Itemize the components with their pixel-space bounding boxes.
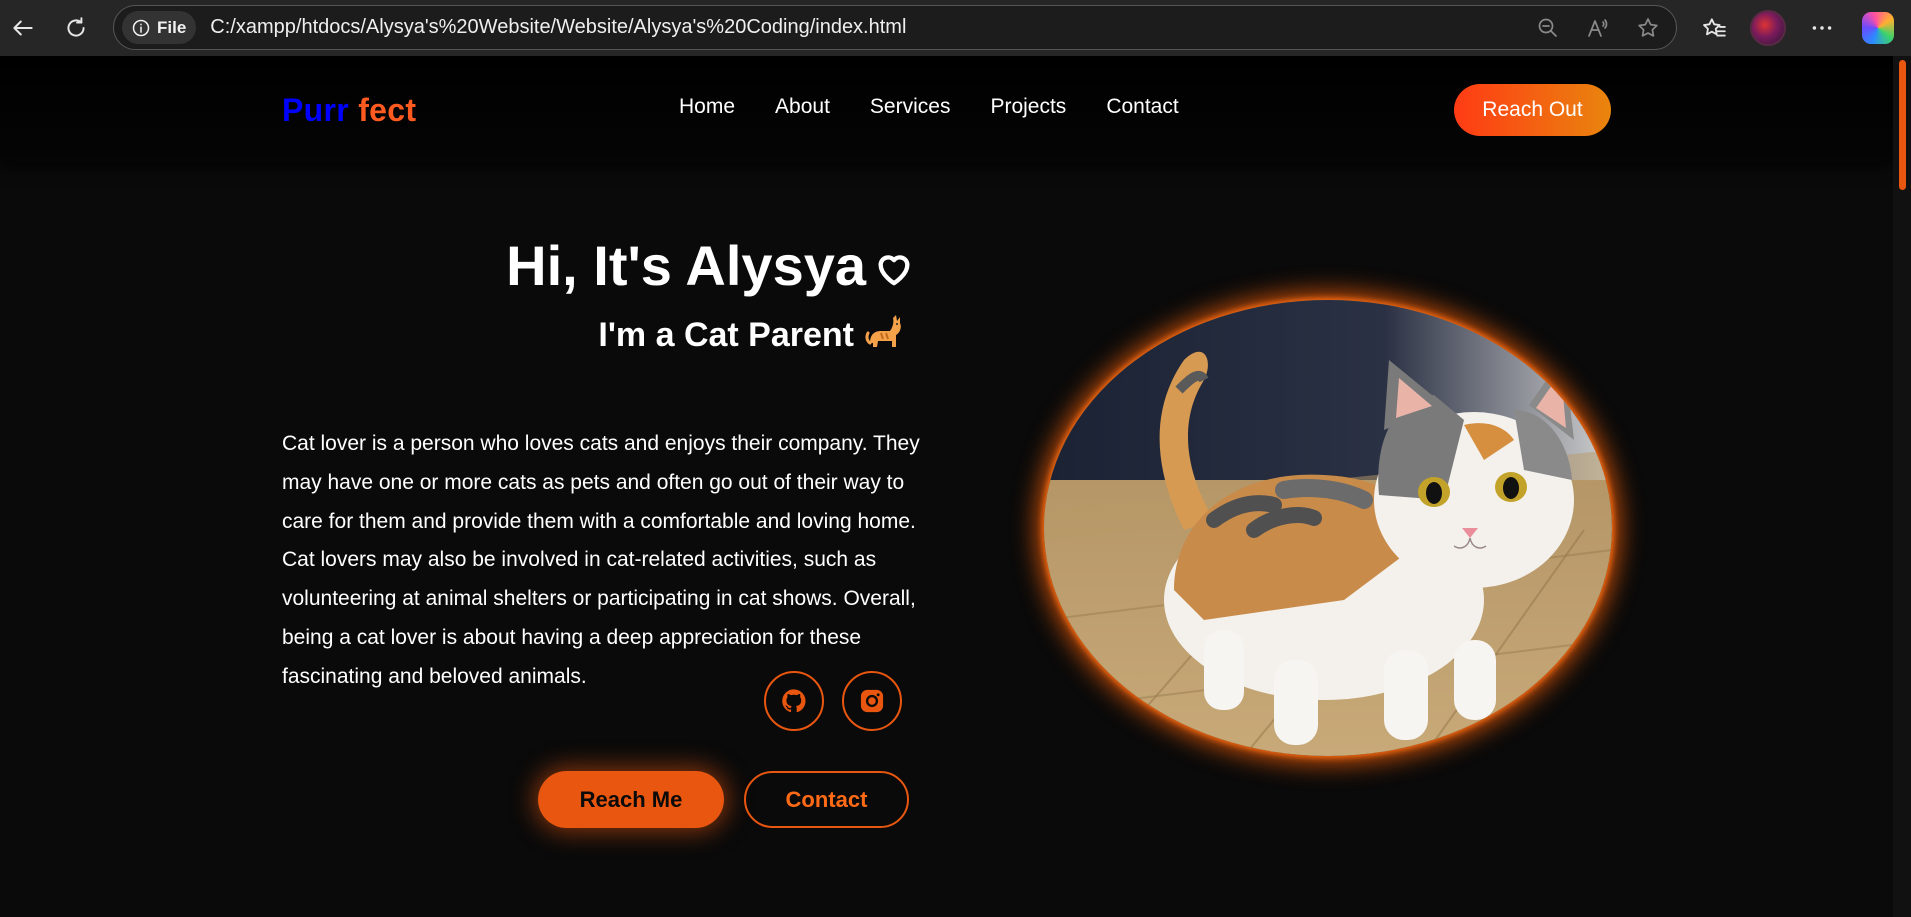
back-icon xyxy=(13,20,33,36)
hero-title: Hi, It's Alysya xyxy=(282,233,914,298)
info-icon xyxy=(132,19,150,36)
cat-emoji-icon xyxy=(865,315,901,347)
read-aloud-button[interactable] xyxy=(1584,14,1612,42)
site-info-button[interactable]: File xyxy=(122,11,197,44)
instagram-link[interactable] xyxy=(842,671,902,731)
scrollbar-thumb[interactable] xyxy=(1899,60,1906,190)
nav-link-about[interactable]: About xyxy=(775,95,830,119)
read-aloud-icon xyxy=(1588,19,1608,37)
hero-subtitle: I'm a Cat Parent xyxy=(282,313,904,355)
more-icon xyxy=(1812,26,1832,30)
logo-part-fect: fect xyxy=(358,92,417,128)
back-button[interactable] xyxy=(1,6,45,50)
nav-link-services[interactable]: Services xyxy=(870,95,951,119)
profile-avatar[interactable] xyxy=(1750,10,1786,46)
web-page: Purr fect Home About Services Projects C… xyxy=(0,56,1893,917)
reload-icon xyxy=(67,17,85,37)
favorite-star-icon xyxy=(1638,18,1658,37)
github-link[interactable] xyxy=(764,671,824,731)
favorite-star-button[interactable] xyxy=(1634,14,1662,42)
nav-link-home[interactable]: Home xyxy=(679,95,735,119)
url-text[interactable]: C:/xampp/htdocs/Alysya's%20Website/Websi… xyxy=(210,16,906,39)
nav-link-contact[interactable]: Contact xyxy=(1106,95,1178,119)
github-icon xyxy=(782,689,806,713)
hero-title-text: Hi, It's Alysya xyxy=(506,234,866,297)
site-info-label: File xyxy=(157,17,187,37)
reload-button[interactable] xyxy=(54,6,98,50)
hero-description: Cat lover is a person who loves cats and… xyxy=(282,432,920,688)
zoom-out-icon xyxy=(1538,18,1557,37)
cat-photo xyxy=(1044,300,1612,756)
zoom-out-button[interactable] xyxy=(1534,14,1562,42)
browser-toolbar: File C:/xampp/htdocs/Alysya's%20Website/… xyxy=(0,0,1911,56)
instagram-icon xyxy=(860,689,884,713)
hero-subtitle-text: I'm a Cat Parent xyxy=(598,316,854,354)
copilot-button[interactable] xyxy=(1858,8,1898,48)
heart-icon xyxy=(878,255,910,286)
nav-link-projects[interactable]: Projects xyxy=(990,95,1066,119)
reach-out-button[interactable]: Reach Out xyxy=(1454,84,1611,136)
page-scrollbar[interactable] xyxy=(1893,56,1911,917)
reach-me-button[interactable]: Reach Me xyxy=(538,771,724,828)
favorites-icon xyxy=(1703,18,1726,37)
more-button[interactable] xyxy=(1802,8,1842,48)
favorites-button[interactable] xyxy=(1694,8,1734,48)
site-navbar: Purr fect Home About Services Projects C… xyxy=(0,56,1893,164)
address-bar[interactable]: File C:/xampp/htdocs/Alysya's%20Website/… xyxy=(113,5,1677,50)
site-logo[interactable]: Purr fect xyxy=(282,92,416,129)
copilot-icon xyxy=(1862,12,1894,44)
logo-part-purr: Purr xyxy=(282,92,349,128)
nav-links: Home About Services Projects Contact xyxy=(679,95,1179,119)
contact-button[interactable]: Contact xyxy=(744,771,909,828)
